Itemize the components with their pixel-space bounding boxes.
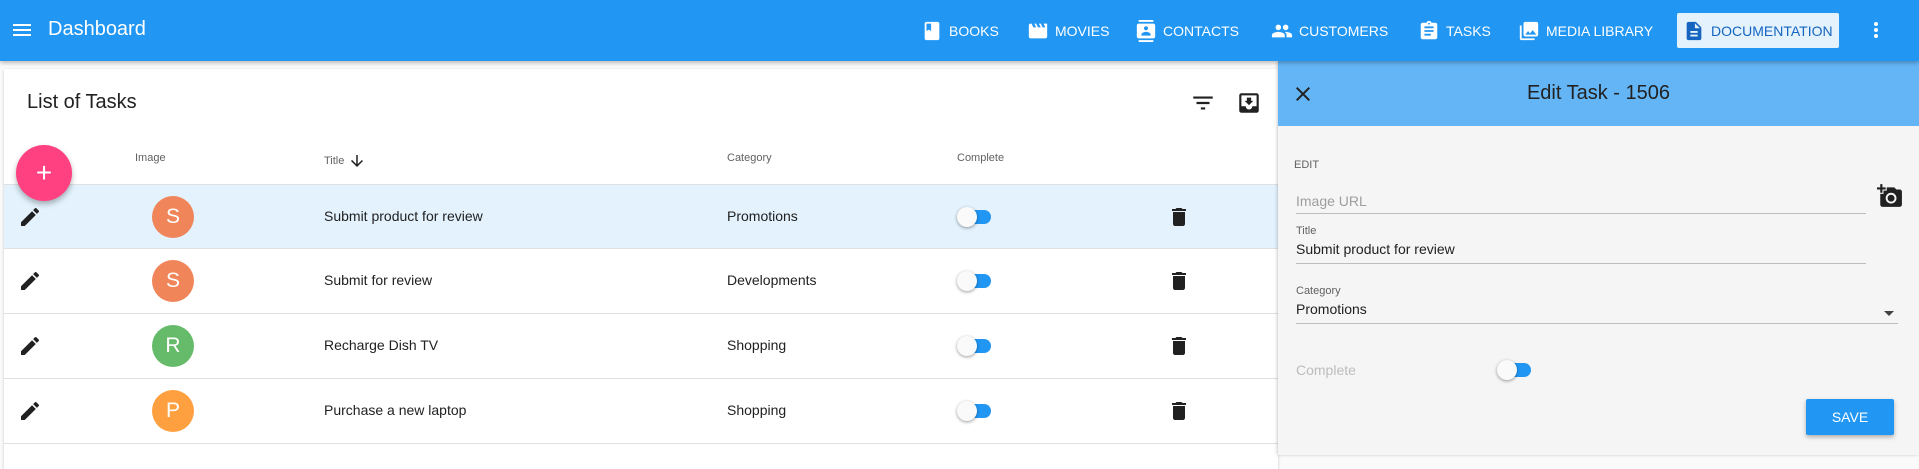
table-row[interactable]: S Submit product for review Promotions	[4, 184, 1278, 249]
category-select-label: Category	[1296, 285, 1341, 297]
people-icon	[1271, 24, 1293, 37]
add-photo-icon[interactable]	[1877, 183, 1903, 209]
nav-tasks-label: TASKS	[1446, 22, 1491, 39]
table-row[interactable]: R Recharge Dish TV Shopping	[4, 314, 1278, 379]
nav-documentation-label: DOCUMENTATION	[1711, 22, 1833, 39]
delete-icon[interactable]	[1167, 399, 1191, 423]
delete-icon[interactable]	[1167, 205, 1191, 229]
title-field-value: Submit product for review	[1296, 237, 1866, 264]
delete-icon[interactable]	[1167, 269, 1191, 293]
assignment-icon	[1420, 20, 1438, 39]
avatar: S	[152, 196, 194, 238]
list-title: List of Tasks	[27, 91, 137, 113]
column-header-category: Category	[727, 152, 772, 164]
book-icon	[924, 21, 940, 40]
menu-icon[interactable]	[10, 18, 34, 42]
task-title: Submit product for review	[324, 208, 483, 224]
table-row[interactable]: P Purchase a new laptop Shopping	[4, 379, 1278, 444]
description-icon	[1686, 21, 1702, 40]
nav-movies-label: MOVIES	[1055, 22, 1110, 39]
nav-tasks-button[interactable]: TASKS	[1412, 13, 1497, 48]
column-header-complete: Complete	[957, 152, 1005, 164]
plus-icon: +	[35, 157, 53, 188]
task-title: Recharge Dish TV	[324, 337, 439, 353]
task-list-card: List of Tasks Image Title Category Compl…	[4, 69, 1278, 469]
edit-task-panel: Edit Task - 1506 EDIT Title Submit produ…	[1278, 61, 1919, 455]
edit-icon[interactable]	[18, 334, 42, 358]
category-select-value: Promotions	[1296, 297, 1898, 324]
title-field[interactable]: Title Submit product for review	[1296, 225, 1866, 264]
nav-contacts-label: CONTACTS	[1163, 22, 1239, 39]
task-category: Promotions	[727, 208, 798, 224]
avatar: R	[152, 325, 194, 367]
nav-documentation-button[interactable]: DOCUMENTATION	[1677, 13, 1839, 48]
column-header-title-label: Title	[324, 155, 345, 167]
photo-library-icon	[1519, 21, 1539, 40]
task-category: Shopping	[727, 337, 787, 353]
contacts-icon	[1136, 19, 1156, 42]
complete-label: Complete	[1296, 362, 1356, 378]
nav-books-label: BOOKS	[949, 22, 999, 39]
table-row[interactable]: S Submit for review Developments	[4, 249, 1278, 314]
arrow-down-icon	[351, 155, 364, 167]
panel-title: Edit Task - 1506	[1526, 82, 1671, 104]
complete-toggle[interactable]	[1497, 360, 1533, 380]
filter-button[interactable]	[1190, 90, 1216, 116]
complete-toggle[interactable]	[957, 207, 993, 227]
nav-customers-label: CUSTOMERS	[1299, 22, 1389, 39]
column-header-image: Image	[135, 152, 166, 164]
app-title: Dashboard	[48, 18, 146, 40]
task-title: Submit for review	[324, 272, 433, 288]
export-button[interactable]	[1236, 90, 1262, 116]
nav-media-library-button[interactable]: MEDIA LIBRARY	[1512, 13, 1659, 48]
save-button[interactable]: SAVE	[1806, 399, 1894, 435]
app-bar: Dashboard BOOKS MOVIES CONTACTS CUSTOMER…	[0, 0, 1919, 61]
complete-toggle[interactable]	[957, 271, 993, 291]
category-select[interactable]: Category Promotions	[1296, 285, 1898, 324]
complete-toggle[interactable]	[957, 401, 993, 421]
task-title: Purchase a new laptop	[324, 402, 467, 418]
title-field-label: Title	[1296, 225, 1317, 237]
more-vert-icon[interactable]	[1868, 16, 1884, 44]
filter-icon	[1193, 96, 1213, 110]
avatar: P	[152, 390, 194, 432]
edit-icon[interactable]	[18, 269, 42, 293]
section-label: EDIT	[1294, 159, 1320, 171]
edit-icon[interactable]	[18, 399, 42, 423]
task-category: Developments	[727, 272, 817, 288]
nav-books-button[interactable]: BOOKS	[915, 13, 1005, 48]
complete-toggle[interactable]	[957, 336, 993, 356]
edit-icon[interactable]	[18, 205, 42, 229]
task-category: Shopping	[727, 402, 787, 418]
delete-icon[interactable]	[1167, 334, 1191, 358]
nav-media-library-label: MEDIA LIBRARY	[1546, 22, 1654, 39]
download-box-icon	[1239, 93, 1259, 113]
dropdown-arrow-icon	[1884, 311, 1894, 316]
movie-icon	[1028, 23, 1048, 38]
add-task-button[interactable]: +	[16, 145, 72, 201]
avatar: S	[152, 260, 194, 302]
column-header-title[interactable]: Title	[324, 152, 366, 170]
nav-contacts-button[interactable]: CONTACTS	[1129, 13, 1245, 48]
panel-header: Edit Task - 1506	[1278, 61, 1919, 126]
nav-customers-button[interactable]: CUSTOMERS	[1265, 13, 1394, 48]
image-url-input[interactable]	[1296, 188, 1866, 214]
nav-movies-button[interactable]: MOVIES	[1021, 13, 1115, 48]
